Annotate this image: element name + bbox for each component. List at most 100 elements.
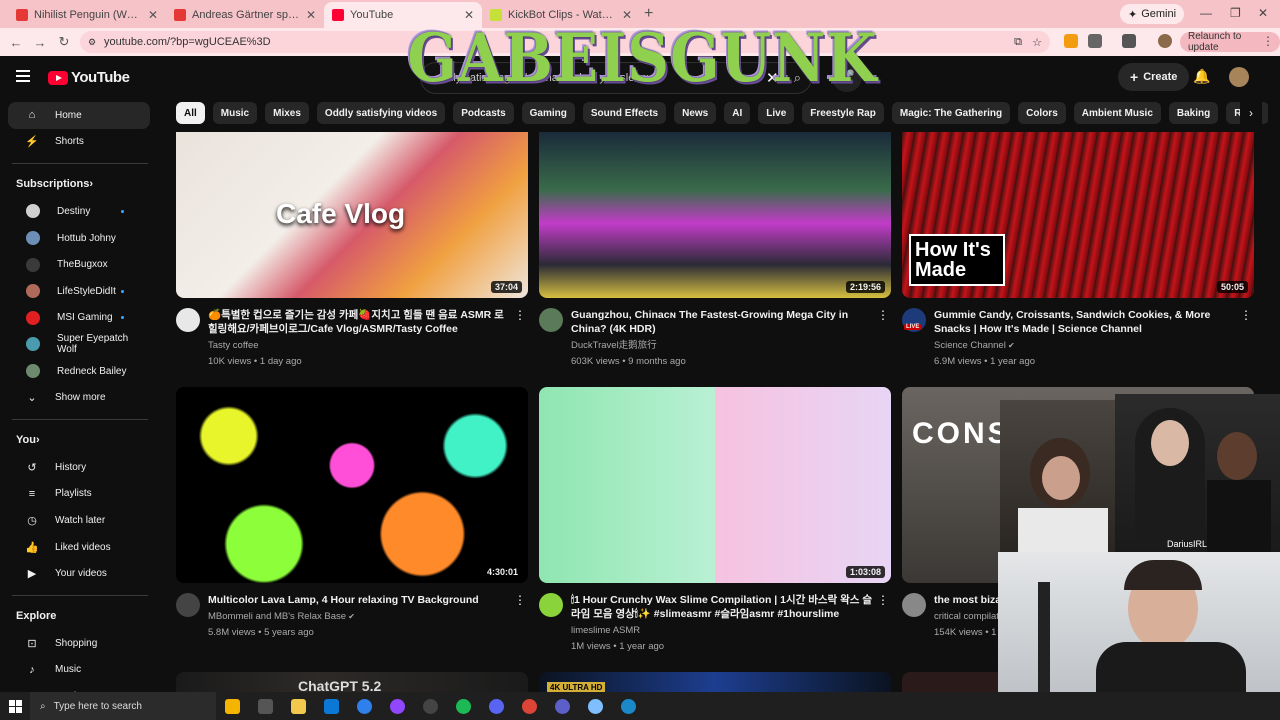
chip-ai[interactable]: AI [724,102,751,124]
more-actions-icon[interactable]: ⋮ [877,593,889,607]
video-card[interactable]: Cafe Vlog 37:04 🍊특별한 컵으로 즐기는 감성 카페🍓지치고 힘들 … [176,132,528,368]
reload-icon[interactable]: ↻ [52,34,76,50]
sidebar-item-shorts[interactable]: ⚡ Shorts [8,129,150,156]
chip-all[interactable]: All [176,102,205,124]
chip-freestyle-rap[interactable]: Freestyle Rap [802,102,884,124]
sidebar-subscription[interactable]: Redneck Bailey [8,358,150,385]
more-actions-icon[interactable]: ⋮ [514,308,526,322]
taskbar-app-icon[interactable] [513,692,546,720]
sidebar-item-history[interactable]: ↺ History [8,454,150,481]
bookmark-star-icon[interactable]: ☆ [1032,36,1042,49]
chip-baking[interactable]: Baking [1168,102,1219,124]
chip-live[interactable]: Live [758,102,795,124]
chip-mixes[interactable]: Mixes [265,102,309,124]
clear-search-icon[interactable]: ✕ [766,69,779,87]
taskbar-app-icon[interactable] [249,692,282,720]
sidepanel-icon[interactable] [1122,34,1136,48]
chip-colors[interactable]: Colors [1018,102,1066,124]
youtube-logo[interactable]: YouTube [48,69,130,86]
sidebar-item-your-videos[interactable]: ▶ Your videos [8,560,150,587]
chip-sound-effects[interactable]: Sound Effects [582,102,667,124]
video-title[interactable]: Multicolor Lava Lamp, 4 Hour relaxing TV… [208,593,528,607]
video-thumbnail[interactable]: 1:03:08 [539,387,891,583]
channel-avatar[interactable] [539,308,563,332]
tab-close-icon[interactable]: ✕ [148,8,158,22]
taskbar-app-icon[interactable] [282,692,315,720]
profile-icon[interactable] [1158,34,1172,48]
browser-tab[interactable]: KickBot Clips - Watch & Share ✕ [482,2,640,28]
search-input[interactable]: oddly satisfying video that makes you sl… [420,62,812,94]
sidebar-subscription[interactable]: TheBugxox [8,251,150,278]
chip-podcasts[interactable]: Podcasts [453,102,514,124]
chip-news[interactable]: News [674,102,717,124]
browser-tab[interactable]: Andreas Gärtner spielt: L'Amou ✕ [166,2,324,28]
taskbar-app-icon[interactable] [612,692,645,720]
site-info-icon[interactable]: ⚙ [88,37,96,48]
sidebar-item-watch-later[interactable]: ◷ Watch later [8,507,150,534]
maximize-icon[interactable]: ❐ [1230,6,1241,20]
channel-name[interactable]: DuckTravel走鹅旅行 [571,339,891,352]
taskbar-app-icon[interactable] [381,692,414,720]
more-actions-icon[interactable]: ⋮ [877,308,889,322]
taskbar-app-icon[interactable] [579,692,612,720]
taskbar-app-icon[interactable] [216,692,249,720]
url-bar[interactable]: ⚙ youtube.com/?bp=wgUCEAE%3D ⧉ ☆ [80,31,1050,53]
channel-name[interactable]: Science Channel ✔ [934,339,1254,352]
video-card[interactable]: 4:30:01 Multicolor Lava Lamp, 4 Hour rela… [176,387,528,639]
channel-avatar[interactable] [176,593,200,617]
forward-icon[interactable]: → [28,35,52,50]
sidebar-item-movies-tv[interactable]: ▭Movies & TV [8,683,150,692]
browser-menu-icon[interactable]: ⋮ [1262,34,1274,48]
rss-extension-icon[interactable] [1064,34,1078,48]
chip-ambient-music[interactable]: Ambient Music [1073,102,1161,124]
you-heading[interactable]: You › [0,426,160,454]
channel-avatar[interactable] [539,593,563,617]
sidebar-subscription[interactable]: MSI Gaming [8,305,150,332]
sidebar-subscription[interactable]: Destiny [8,198,150,225]
taskbar-app-icon[interactable] [480,692,513,720]
microphone-icon[interactable]: 🎤 [832,62,862,92]
video-title[interactable]: Guangzhou, Chinaᴄɴ The Fastest-Growing M… [571,308,891,336]
video-title[interactable]: 🕯1 Hour Crunchy Wax Slime Compilation | … [571,593,891,621]
sidebar-subscription[interactable]: LifeStyleDidIt [8,278,150,305]
close-window-icon[interactable]: ✕ [1258,6,1268,20]
sidebar-subscription[interactable]: Super Eyepatch Wolf [8,331,150,358]
chips-next-icon[interactable]: › [1240,102,1262,124]
video-thumbnail[interactable]: 4K ULTRA HD [539,672,891,692]
install-icon[interactable]: ⧉ [1014,36,1022,49]
tab-close-icon[interactable]: ✕ [306,8,316,22]
taskbar-app-icon[interactable] [447,692,480,720]
browser-tab[interactable]: YouTube ✕ [324,2,482,28]
video-card[interactable]: How It's Made 50:05 LIVE Gummie Candy, Croi… [902,132,1254,368]
subscriptions-heading[interactable]: Subscriptions › [0,170,160,198]
video-thumbnail[interactable]: ChatGPT 5.2 [176,672,528,692]
chip-music[interactable]: Music [212,102,258,124]
extensions-icon[interactable] [1088,34,1102,48]
chip-gaming[interactable]: Gaming [521,102,575,124]
taskbar-app-icon[interactable] [315,692,348,720]
video-thumbnail[interactable]: How It's Made 50:05 [902,132,1254,298]
sidebar-item-home[interactable]: ⌂ Home [8,102,150,129]
menu-icon[interactable] [16,70,30,82]
gemini-button[interactable]: ✦ Gemini [1120,4,1185,24]
video-thumbnail[interactable]: 2:19:56 [539,132,891,298]
browser-tab[interactable]: Nihilist Penguin (Werner Herzo ✕ [8,2,166,28]
sidebar-item-shopping[interactable]: ⊡ Shopping [8,630,150,657]
sidebar-item-playlists[interactable]: ≡ Playlists [8,481,150,508]
tab-close-icon[interactable]: ✕ [622,8,632,22]
create-button[interactable]: + Create [1118,63,1190,91]
tab-close-icon[interactable]: ✕ [464,8,474,22]
channel-name[interactable]: limeslime ASMR [571,624,891,637]
notifications-bell-icon[interactable]: 🔔 [1193,68,1210,85]
taskbar-app-icon[interactable] [414,692,447,720]
sidebar-item-music[interactable]: ♪ Music [8,657,150,684]
taskbar-search-input[interactable]: ⌕ Type here to search [30,692,216,720]
show-more-button[interactable]: ⌄ Show more [8,384,150,411]
video-thumbnail[interactable]: 4:30:01 [176,387,528,583]
chip-oddly-satisfying-videos[interactable]: Oddly satisfying videos [316,102,446,124]
video-title[interactable]: 🍊특별한 컵으로 즐기는 감성 카페🍓지치고 힘들 땐 음료 ASMR 로 힐링… [208,308,528,336]
account-avatar[interactable] [1229,67,1249,87]
video-thumbnail[interactable]: Cafe Vlog 37:04 [176,132,528,298]
video-title[interactable]: Gummie Candy, Croissants, Sandwich Cooki… [934,308,1254,336]
taskbar-app-icon[interactable] [546,692,579,720]
